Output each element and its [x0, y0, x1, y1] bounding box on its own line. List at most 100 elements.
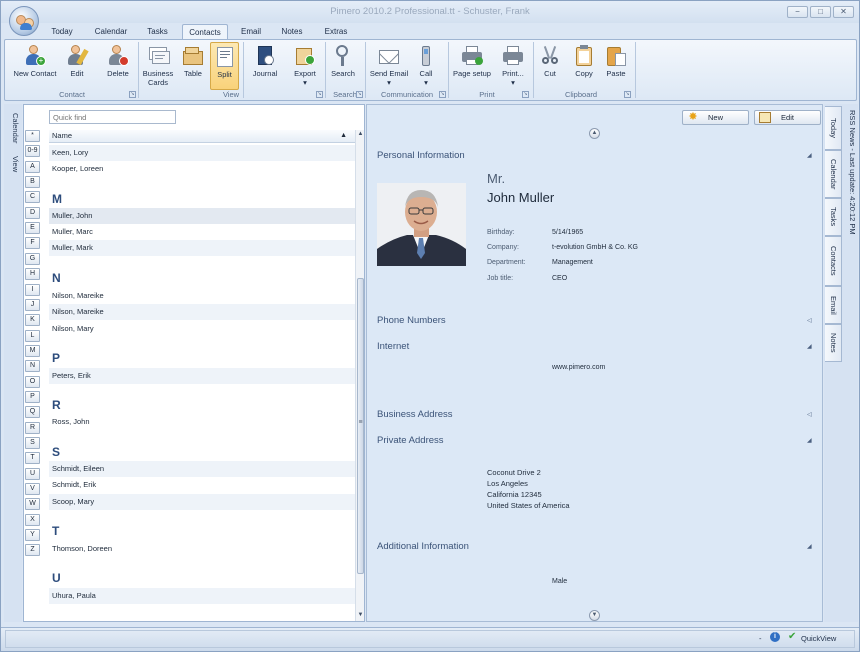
section-additional-information[interactable]: Additional Information	[377, 541, 469, 552]
website-link[interactable]: www.pimero.com	[552, 364, 605, 371]
tab-calendar[interactable]: Calendar	[89, 24, 133, 40]
list-item[interactable]: Muller, Mark	[49, 240, 355, 256]
split-view-button[interactable]: Split	[210, 42, 239, 90]
scroll-thumb[interactable]: ≡	[357, 278, 364, 574]
info-icon[interactable]: i	[770, 632, 780, 642]
right-tab-tasks[interactable]: Tasks	[825, 198, 842, 236]
alphabet-index-button[interactable]: 0-9	[25, 145, 40, 158]
business-cards-button[interactable]: Business Cards	[141, 42, 175, 90]
section-phone-numbers[interactable]: Phone Numbers	[377, 315, 446, 326]
section-internet[interactable]: Internet	[377, 341, 409, 352]
list-item[interactable]: Keen, Lory	[49, 145, 355, 161]
new-contact-button[interactable]: + New Contact	[9, 42, 61, 90]
right-tab-calendar[interactable]: Calendar	[825, 150, 842, 198]
name-column-header[interactable]: Name ▲	[49, 130, 355, 143]
alphabet-index-button[interactable]: F	[25, 237, 40, 250]
page-setup-button[interactable]: Page setup	[451, 42, 493, 90]
cut-button[interactable]: Cut	[537, 42, 563, 90]
alphabet-index-button[interactable]: D	[25, 206, 40, 219]
rss-news-tab[interactable]: RSS News - Last update: 4:20:12 PM	[843, 106, 857, 238]
delete-contact-button[interactable]: Delete	[101, 42, 135, 90]
alphabet-index-button[interactable]: N	[25, 360, 40, 373]
communication-group-launcher[interactable]: ↘	[439, 91, 446, 98]
alphabet-index-button[interactable]: X	[25, 513, 40, 526]
list-scrollbar[interactable]: ▲ ≡ ▼	[355, 130, 364, 621]
contact-group-launcher[interactable]: ↘	[129, 91, 136, 98]
search-button[interactable]: Search	[328, 42, 358, 90]
expanded-caret-icon[interactable]: ◢	[807, 543, 812, 550]
tab-tasks[interactable]: Tasks	[141, 24, 174, 40]
list-item-selected[interactable]: Muller, John	[49, 208, 355, 224]
paste-button[interactable]: Paste	[601, 42, 631, 90]
list-item[interactable]: Uhura, Paula	[49, 588, 355, 604]
list-item[interactable]: Ross, John	[49, 414, 355, 430]
list-item[interactable]: Muller, Marc	[49, 224, 355, 240]
scroll-up-arrow[interactable]: ▲	[356, 131, 365, 139]
quick-find-input[interactable]	[49, 110, 176, 124]
clipboard-group-launcher[interactable]: ↘	[624, 91, 631, 98]
alphabet-index-button[interactable]: J	[25, 298, 40, 311]
list-item[interactable]: Nilson, Mary	[49, 321, 355, 337]
minimize-button[interactable]: −	[787, 6, 808, 18]
print-button[interactable]: Print... ▾	[498, 42, 528, 90]
alphabet-index-button[interactable]: E	[25, 222, 40, 235]
right-tab-email[interactable]: Email	[825, 286, 842, 324]
expanded-caret-icon[interactable]: ◢	[807, 152, 812, 159]
alphabet-index-button[interactable]: Z	[25, 544, 40, 557]
list-item[interactable]: Scoop, Mary	[49, 494, 355, 510]
alphabet-index-button[interactable]: L	[25, 329, 40, 342]
left-tab-view[interactable]: View	[6, 152, 20, 176]
edit-contact-button[interactable]: Edit	[63, 42, 91, 90]
detail-scroll-down-button[interactable]: ▼	[589, 610, 600, 621]
status-minus-button[interactable]: -	[759, 634, 762, 643]
scroll-down-arrow[interactable]: ▼	[356, 612, 365, 620]
expanded-caret-icon[interactable]: ◢	[807, 343, 812, 350]
list-item[interactable]: Thomson, Doreen	[49, 541, 355, 557]
left-tab-calendar[interactable]: Calendar	[6, 108, 20, 148]
list-item[interactable]: Schmidt, Erik	[49, 477, 355, 493]
right-tab-notes[interactable]: Notes	[825, 324, 842, 362]
alphabet-index-button[interactable]: B	[25, 176, 40, 189]
edit-button[interactable]: Edit	[754, 110, 821, 125]
print-group-launcher[interactable]: ↘	[522, 91, 529, 98]
list-item[interactable]: Nilson, Mareike	[49, 304, 355, 320]
maximize-button[interactable]: □	[810, 6, 831, 18]
right-tab-contacts[interactable]: Contacts	[825, 236, 842, 286]
section-business-address[interactable]: Business Address	[377, 409, 453, 420]
collapsed-caret-icon[interactable]: ◁	[807, 411, 812, 418]
alphabet-index-button[interactable]: M	[25, 344, 40, 357]
alphabet-index-button[interactable]: C	[25, 191, 40, 204]
tab-today[interactable]: Today	[45, 24, 79, 40]
alphabet-index-button[interactable]: Y	[25, 529, 40, 542]
list-item[interactable]: Peters, Erik	[49, 368, 355, 384]
list-item[interactable]: Kooper, Loreen	[49, 161, 355, 177]
tab-contacts[interactable]: Contacts	[182, 24, 228, 40]
tab-extras[interactable]: Extras	[318, 24, 354, 40]
tab-notes[interactable]: Notes	[276, 24, 308, 40]
table-view-button[interactable]: Table	[177, 42, 209, 90]
list-item[interactable]: Schmidt, Eileen	[49, 461, 355, 477]
section-private-address[interactable]: Private Address	[377, 435, 444, 446]
export-button[interactable]: Export ▾	[289, 42, 321, 90]
list-item[interactable]: Nilson, Mareike	[49, 288, 355, 304]
alphabet-index-button[interactable]: S	[25, 437, 40, 449]
new-button[interactable]: ✸ New	[682, 110, 749, 125]
alphabet-index-button[interactable]: W	[25, 498, 40, 511]
tab-email[interactable]: Email	[236, 24, 266, 40]
alphabet-index-button[interactable]: U	[25, 467, 40, 480]
expanded-caret-icon[interactable]: ◢	[807, 437, 812, 444]
alphabet-index-button[interactable]: H	[25, 268, 40, 281]
section-personal-information[interactable]: Personal Information	[377, 150, 465, 161]
journal-button[interactable]: Journal	[247, 42, 283, 90]
collapsed-caret-icon[interactable]: ◁	[807, 317, 812, 324]
alphabet-index-button[interactable]: P	[25, 390, 40, 403]
alphabet-index-button[interactable]: *	[25, 130, 40, 142]
close-button[interactable]: ✕	[833, 6, 854, 18]
detail-scroll-up-button[interactable]: ▲	[589, 128, 600, 139]
alphabet-index-button[interactable]: A	[25, 160, 40, 173]
view-group-launcher[interactable]: ↘	[316, 91, 323, 98]
app-menu-orb[interactable]	[9, 6, 39, 36]
alphabet-index-button[interactable]: G	[25, 252, 40, 265]
alphabet-index-button[interactable]: Q	[25, 406, 40, 419]
alphabet-index-button[interactable]: K	[25, 314, 40, 327]
